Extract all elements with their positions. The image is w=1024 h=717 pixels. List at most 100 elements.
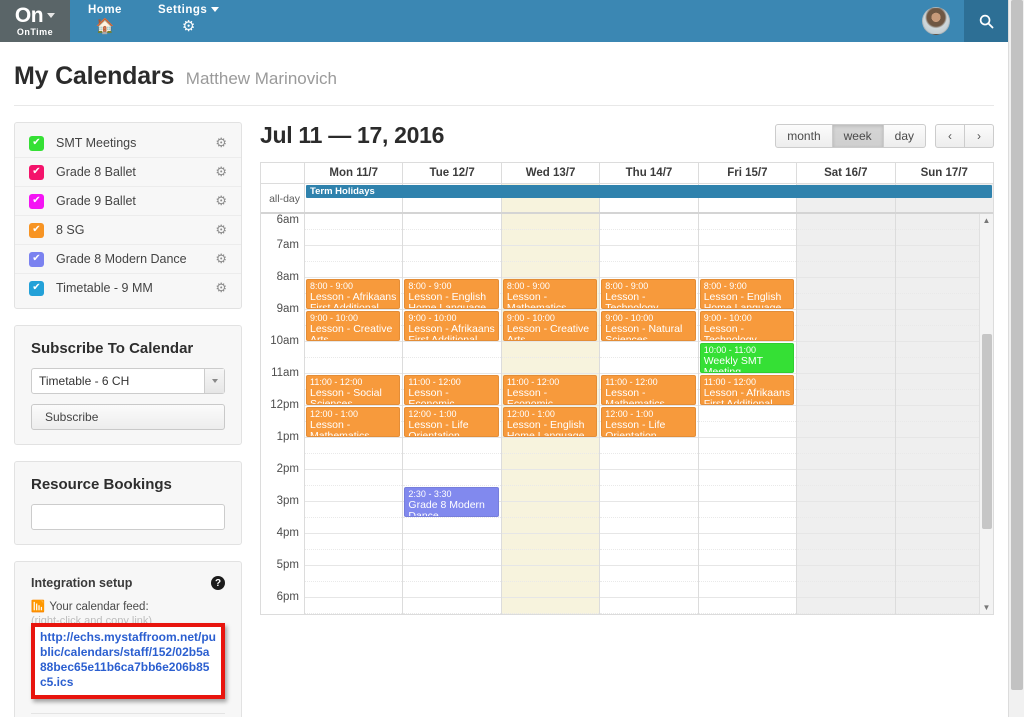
half-hour-slot[interactable] — [501, 534, 600, 550]
hour-slot[interactable] — [600, 598, 698, 614]
hour-slot[interactable] — [305, 502, 403, 534]
hour-slot[interactable] — [305, 598, 403, 614]
nav-item-settings[interactable]: Settings ⚙ — [140, 0, 237, 42]
hour-slot[interactable] — [305, 342, 403, 374]
chevron-down-icon[interactable] — [204, 369, 224, 393]
gear-icon[interactable]: ⚙ — [215, 222, 227, 238]
half-hour-slot[interactable] — [698, 502, 797, 518]
hour-slot[interactable] — [797, 278, 895, 310]
half-hour-slot[interactable] — [501, 438, 600, 454]
hour-slot[interactable] — [797, 470, 895, 502]
half-hour-slot[interactable] — [600, 502, 698, 518]
calendar-event[interactable]: 11:00 - 12:00Lesson - Economic Managemen… — [502, 375, 598, 405]
calendar-list-item[interactable]: Timetable - 9 MM ⚙ — [15, 274, 241, 302]
half-hour-slot[interactable] — [600, 342, 698, 358]
calendar-event[interactable]: 12:00 - 1:00 Lesson - Life Orientation — [601, 407, 696, 437]
scroll-down-icon[interactable]: ▼ — [980, 601, 993, 614]
scroll-up-icon[interactable]: ▲ — [980, 214, 993, 227]
calendar-checkbox[interactable] — [29, 280, 44, 296]
half-hour-slot[interactable] — [403, 342, 501, 358]
hour-slot[interactable] — [305, 438, 403, 470]
feed-url-link[interactable]: http://echs.mystaffroom.net/public/calen… — [40, 630, 216, 690]
half-hour-slot[interactable] — [797, 470, 895, 486]
day-column-1[interactable]: 8:00 - 9:00 Lesson - English Home Languag… — [403, 214, 502, 614]
half-hour-slot[interactable] — [797, 214, 895, 230]
half-hour-slot[interactable] — [797, 598, 895, 614]
nav-item-home[interactable]: Home 🏠 — [70, 0, 140, 42]
calendar-event[interactable]: 8:00 - 9:00 Lesson - Technology — [601, 279, 696, 309]
day-header-4[interactable]: Fri 15/7 — [698, 163, 798, 183]
subscribe-select-wrapper[interactable]: Timetable - 6 CH — [31, 368, 225, 394]
half-hour-slot[interactable] — [797, 342, 895, 358]
half-hour-slot[interactable] — [698, 438, 797, 454]
hour-slot[interactable] — [698, 502, 797, 534]
hour-slot[interactable] — [698, 534, 797, 566]
calendar-checkbox[interactable] — [29, 164, 44, 180]
view-button-day[interactable]: day — [883, 123, 926, 148]
hour-slot[interactable] — [600, 246, 698, 278]
half-hour-slot[interactable] — [600, 438, 698, 454]
calendar-event[interactable]: 9:00 - 10:00 Lesson - Afrikaans First Add… — [404, 311, 499, 341]
calendar-event[interactable]: 11:00 - 12:00 Lesson - Afrikaans First Ad… — [699, 375, 795, 405]
half-hour-slot[interactable] — [305, 566, 403, 582]
hour-slot[interactable] — [403, 438, 501, 470]
hour-slot[interactable] — [600, 214, 698, 246]
half-hour-slot[interactable] — [600, 566, 698, 582]
calendar-event[interactable]: 8:00 - 9:00 Lesson - English Home Languag… — [404, 279, 499, 309]
subscribe-select[interactable]: Timetable - 6 CH — [31, 368, 225, 394]
hour-slot[interactable] — [305, 566, 403, 598]
day-header-1[interactable]: Tue 12/7 — [403, 163, 502, 183]
half-hour-slot[interactable] — [501, 598, 600, 614]
hour-slot[interactable] — [797, 502, 895, 534]
hour-slot[interactable] — [403, 246, 501, 278]
hour-slot[interactable] — [403, 566, 501, 598]
calendar-event[interactable]: 8:00 - 9:00 Lesson - Afrikaans First Addi… — [306, 279, 401, 309]
calendar-checkbox[interactable] — [29, 251, 44, 267]
subscribe-button[interactable]: Subscribe — [31, 404, 225, 430]
half-hour-slot[interactable] — [305, 534, 403, 550]
day-header-3[interactable]: Thu 14/7 — [600, 163, 699, 183]
half-hour-slot[interactable] — [403, 598, 501, 614]
day-column-0[interactable]: 8:00 - 9:00 Lesson - Afrikaans First Addi… — [305, 214, 404, 614]
half-hour-slot[interactable] — [501, 502, 600, 518]
half-hour-slot[interactable] — [600, 470, 698, 486]
hour-slot[interactable] — [797, 438, 895, 470]
half-hour-slot[interactable] — [797, 246, 895, 262]
calendar-event[interactable]: 9:00 - 10:00 Lesson - Natural Sciences — [601, 311, 696, 341]
day-header-6[interactable]: Sun 17/7 — [895, 163, 993, 183]
hour-slot[interactable] — [797, 566, 895, 598]
half-hour-slot[interactable] — [305, 438, 403, 454]
hour-slot[interactable] — [698, 598, 797, 614]
half-hour-slot[interactable] — [600, 534, 698, 550]
hour-slot[interactable] — [797, 246, 895, 278]
half-hour-slot[interactable] — [698, 598, 797, 614]
view-button-week[interactable]: week — [832, 123, 884, 148]
half-hour-slot[interactable] — [797, 438, 895, 454]
half-hour-slot[interactable] — [797, 374, 895, 390]
day-header-0[interactable]: Mon 11/7 — [305, 163, 404, 183]
half-hour-slot[interactable] — [698, 470, 797, 486]
calendar-event[interactable]: 11:00 - 12:00 Lesson - Mathematics — [601, 375, 696, 405]
hour-slot[interactable] — [797, 406, 895, 438]
half-hour-slot[interactable] — [403, 438, 501, 454]
half-hour-slot[interactable] — [501, 566, 600, 582]
hour-slot[interactable] — [600, 470, 698, 502]
half-hour-slot[interactable] — [797, 502, 895, 518]
half-hour-slot[interactable] — [403, 470, 501, 486]
calendar-event[interactable]: 12:00 - 1:00 Lesson - English Home Langua… — [502, 407, 598, 437]
gear-icon[interactable]: ⚙ — [215, 251, 227, 267]
hour-slot[interactable] — [600, 438, 698, 470]
half-hour-slot[interactable] — [698, 566, 797, 582]
half-hour-slot[interactable] — [501, 214, 600, 230]
half-hour-slot[interactable] — [698, 246, 797, 262]
hour-slot[interactable] — [501, 342, 600, 374]
next-week-button[interactable]: › — [965, 123, 994, 148]
day-column-4[interactable]: 8:00 - 9:00 Lesson - English Home Languag… — [698, 214, 798, 614]
half-hour-slot[interactable] — [501, 470, 600, 486]
hour-slot[interactable] — [403, 342, 501, 374]
hour-slot[interactable] — [501, 566, 600, 598]
calendar-list-item[interactable]: Grade 8 Modern Dance ⚙ — [15, 245, 241, 274]
half-hour-slot[interactable] — [403, 566, 501, 582]
hour-slot[interactable] — [797, 534, 895, 566]
hour-slot[interactable] — [797, 214, 895, 246]
